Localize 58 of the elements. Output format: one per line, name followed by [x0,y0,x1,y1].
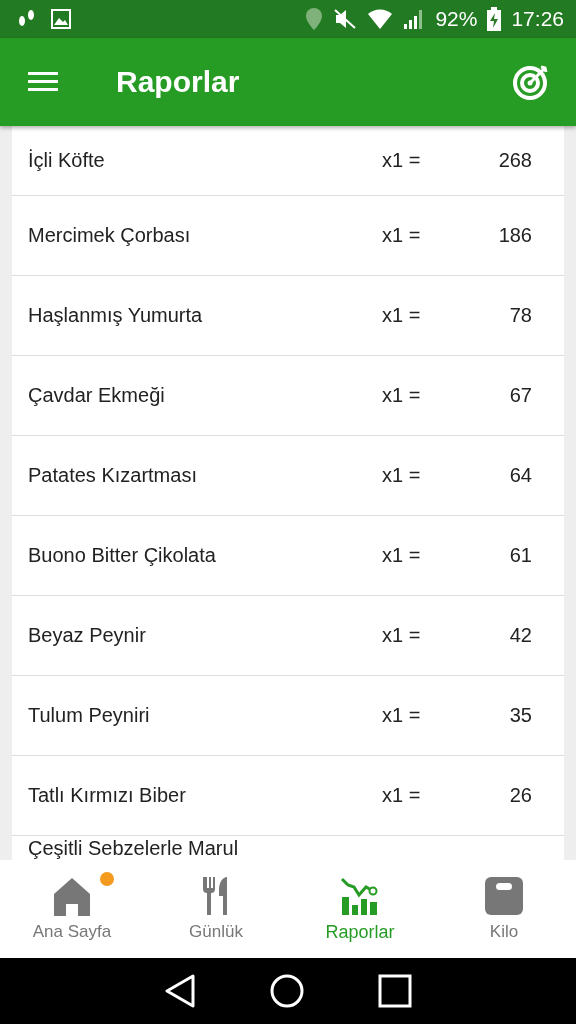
nav-tab[interactable]: Kilo [432,860,576,958]
clock: 17:26 [511,7,564,31]
food-name: Çeşitli Sebzelerle Marul [28,837,240,859]
nav-tab[interactable]: Günlük [144,860,288,958]
food-name: Beyaz Peynir [28,624,147,647]
calorie-value: 67 [508,384,532,407]
multiplier: x1 = [382,224,422,247]
food-name: İçli Köfte [28,149,106,172]
calorie-value: 64 [508,464,532,487]
battery-charging-icon [487,7,502,31]
scale-icon [484,876,524,916]
food-name: Buono Bitter Çikolata [28,544,217,567]
food-name: Patates Kızartması [28,464,198,487]
list-row[interactable]: Haşlanmış Yumurta x1 = 78 [12,276,564,356]
calorie-value: 78 [508,304,532,327]
list-row[interactable]: Patates Kızartması x1 = 64 [12,436,564,516]
page-title: Raporlar [116,65,240,99]
nav-tab[interactable]: Raporlar [288,860,432,958]
list-row[interactable]: Çeşitli Sebzelerle Marul [12,836,564,860]
list-row[interactable]: Tulum Peyniri x1 = 35 [12,676,564,756]
nav-tab[interactable]: Ana Sayfa [0,860,144,958]
calorie-value: 186 [497,224,532,247]
multiplier: x1 = [382,544,422,567]
list-row[interactable]: Beyaz Peynir x1 = 42 [12,596,564,676]
multiplier: x1 = [382,384,422,407]
multiplier: x1 = [382,624,422,647]
target-icon[interactable] [512,63,550,101]
home-icon[interactable] [270,974,304,1008]
muted-speaker-icon [333,8,358,30]
list-row[interactable]: Mercimek Çorbası x1 = 186 [12,196,564,276]
calorie-value: 35 [508,704,532,727]
location-pin-icon [305,7,324,31]
multiplier: x1 = [382,464,422,487]
multiplier: x1 = [382,704,422,727]
food-name: Haşlanmış Yumurta [28,304,204,327]
multiplier: x1 = [382,304,422,327]
house-icon [52,876,92,916]
battery-percentage: 92% [435,7,478,31]
food-name: Tulum Peyniri [28,704,151,727]
recents-icon[interactable] [378,974,412,1008]
back-icon[interactable] [164,974,196,1008]
calorie-value: 42 [508,624,532,647]
food-name: Tatlı Kırmızı Biber [28,784,187,807]
menu-button[interactable] [28,71,58,93]
list-row[interactable]: Buono Bitter Çikolata x1 = 61 [12,516,564,596]
multiplier: x1 = [382,784,422,807]
list-row[interactable]: Çavdar Ekmeği x1 = 67 [12,356,564,436]
food-name: Çavdar Ekmeği [28,384,166,407]
food-name: Mercimek Çorbası [28,224,192,247]
chart-icon [340,876,380,915]
wifi-icon [367,8,394,30]
image-icon [50,8,72,30]
calorie-value: 61 [508,544,532,567]
list-row[interactable]: İçli Köfte x1 = 268 [12,126,564,196]
multiplier: x1 = [382,149,422,172]
calorie-value: 26 [508,784,532,807]
list-row[interactable]: Tatlı Kırmızı Biber x1 = 26 [12,756,564,836]
calorie-value: 268 [497,149,532,172]
